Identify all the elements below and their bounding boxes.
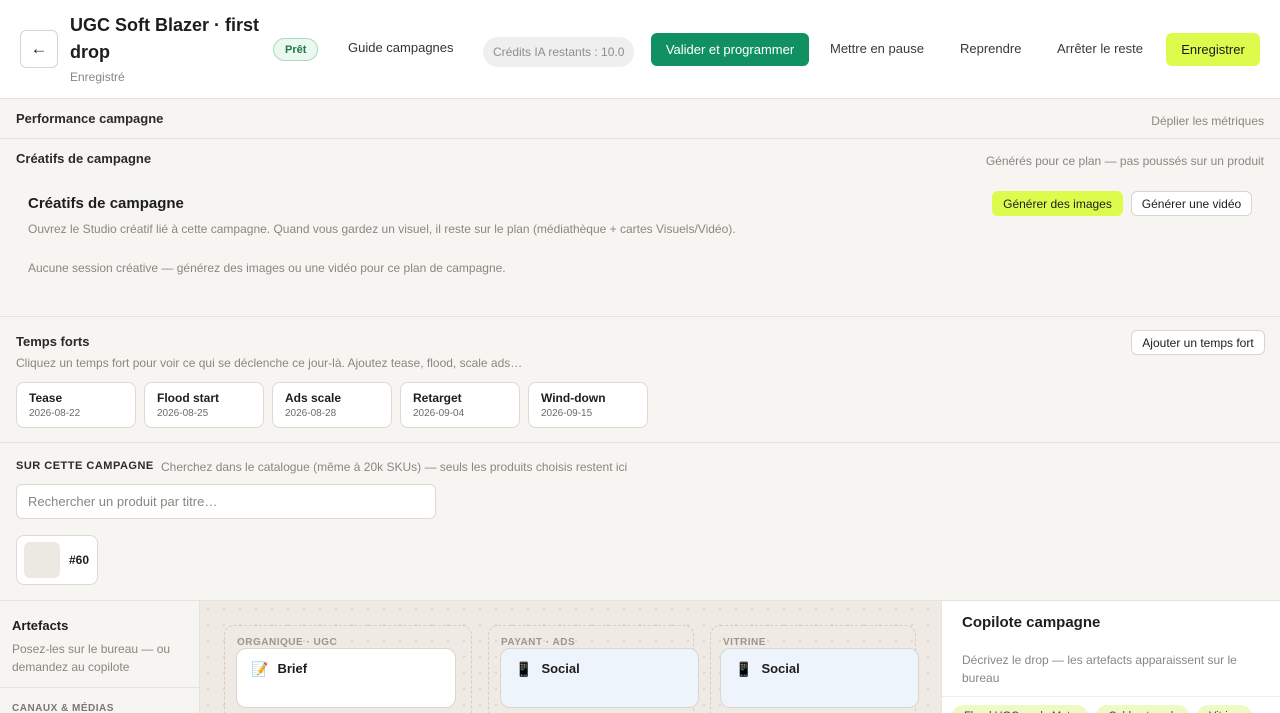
desk-canvas[interactable]: ORGANIQUE · UGC 📝 Brief PAYANT · ADS 📱 S…	[200, 601, 941, 713]
temps-forts-description: Cliquez un temps fort pour voir ce qui s…	[16, 356, 523, 370]
moment-card[interactable]: Tease 2026-08-22	[16, 382, 136, 428]
moment-date: 2026-09-04	[413, 408, 465, 419]
temps-forts-section: Temps forts Cliquez un temps fort pour v…	[0, 317, 1280, 443]
artefact-card-social[interactable]: 📱 Social	[500, 648, 699, 708]
campaign-products-section: SUR CETTE CAMPAGNE Cherchez dans le cata…	[0, 443, 1280, 600]
performance-section: Performance campagne Déplier les métriqu…	[0, 99, 1280, 139]
memo-icon: 📝	[251, 661, 269, 677]
performance-title: Performance campagne	[16, 111, 164, 126]
suggestion-chip[interactable]: Flood UGC sur la Meta	[952, 705, 1089, 713]
product-thumbnail	[24, 542, 60, 578]
generate-video-button[interactable]: Générer une vidéo	[1131, 191, 1252, 216]
lane-label: VITRINE	[723, 637, 766, 648]
card-label: Social	[541, 661, 580, 676]
creatifs-section: Créatifs de campagne Générés pour ce pla…	[0, 139, 1280, 317]
save-status: Enregistré	[70, 70, 125, 84]
moment-name: Retarget	[413, 391, 462, 405]
status-badge: Prêt	[273, 38, 319, 61]
stop-rest-button[interactable]: Arrêter le reste	[1057, 41, 1143, 56]
header: ← UGC Soft Blazer · first drop Enregistr…	[0, 0, 1280, 99]
card-label: Social	[761, 661, 800, 676]
back-button[interactable]: ←	[20, 30, 58, 68]
suggestion-chip[interactable]: Cold outreach	[1096, 705, 1189, 713]
moment-date: 2026-09-15	[541, 408, 593, 419]
artefact-card-brief[interactable]: 📝 Brief	[236, 648, 456, 708]
moment-card[interactable]: Retarget 2026-09-04	[400, 382, 520, 428]
expand-metrics-link[interactable]: Déplier les métriques	[1151, 114, 1264, 128]
moment-name: Ads scale	[285, 391, 342, 405]
moment-date: 2026-08-25	[157, 408, 209, 419]
campaign-products-label: SUR CETTE CAMPAGNE	[16, 460, 154, 472]
moment-card[interactable]: Flood start 2026-08-25	[144, 382, 264, 428]
moment-name: Tease	[29, 391, 63, 405]
guide-campagnes-link[interactable]: Guide campagnes	[348, 40, 454, 55]
creatifs-section-note: Générés pour ce plan — pas poussés sur u…	[985, 154, 1264, 168]
generate-images-button[interactable]: Générer des images	[992, 191, 1123, 216]
copilot-description: Décrivez le drop — les artefacts apparai…	[962, 653, 1237, 685]
resume-button[interactable]: Reprendre	[960, 41, 1021, 56]
moment-name: Wind-down	[541, 391, 606, 405]
campaign-products-hint: Cherchez dans le catalogue (même à 20k S…	[161, 460, 628, 474]
canaux-medias-label: CANAUX & MÉDIAS	[12, 703, 114, 713]
add-temps-fort-button[interactable]: Ajouter un temps fort	[1131, 330, 1265, 355]
copilot-panel: Copilote campagne Décrivez le drop — les…	[941, 601, 1280, 713]
artefacts-description: Posez-les sur le bureau — ou demandez au…	[12, 642, 171, 674]
workspace: Artefacts Posez-les sur le bureau — ou d…	[0, 600, 1280, 713]
pause-button[interactable]: Mettre en pause	[830, 41, 924, 56]
creatifs-section-title: Créatifs de campagne	[16, 151, 152, 166]
arrow-left-icon: ←	[30, 39, 48, 58]
phone-icon: 📱	[735, 661, 753, 677]
suggestion-chip[interactable]: Vitrine	[1196, 705, 1252, 713]
artefacts-sidebar: Artefacts Posez-les sur le bureau — ou d…	[0, 601, 200, 713]
product-chip[interactable]: #60	[16, 535, 98, 585]
copilot-suggestions: Flood UGC sur la Meta Cold outreach Vitr…	[952, 705, 1252, 713]
divider	[0, 687, 200, 688]
phone-icon: 📱	[515, 661, 533, 677]
validate-schedule-button[interactable]: Valider et programmer	[651, 33, 809, 66]
temps-forts-title: Temps forts	[16, 334, 90, 349]
artefacts-title: Artefacts	[12, 618, 69, 633]
product-search-input[interactable]	[16, 484, 436, 519]
ai-credits-pill: Crédits IA restants : 10.0	[483, 37, 635, 67]
moment-card[interactable]: Wind-down 2026-09-15	[528, 382, 648, 428]
save-button[interactable]: Enregistrer	[1166, 33, 1260, 66]
moment-name: Flood start	[157, 391, 219, 405]
lane-label: PAYANT · ADS	[501, 637, 576, 648]
card-label: Brief	[277, 661, 308, 676]
creatifs-empty-state: Aucune session créative — générez des im…	[28, 261, 506, 275]
moment-date: 2026-08-28	[285, 408, 337, 419]
page-title: UGC Soft Blazer · first drop	[70, 15, 260, 62]
product-id: #60	[69, 553, 90, 567]
divider	[942, 696, 1280, 697]
moments-list: Tease 2026-08-22 Flood start 2026-08-25 …	[16, 382, 648, 428]
creatifs-description: Ouvrez le Studio créatif lié à cette cam…	[28, 222, 736, 236]
lane-label: ORGANIQUE · UGC	[237, 637, 338, 648]
moment-card[interactable]: Ads scale 2026-08-28	[272, 382, 392, 428]
artefact-card-social[interactable]: 📱 Social	[720, 648, 919, 708]
copilot-title: Copilote campagne	[962, 614, 1101, 631]
moment-date: 2026-08-22	[29, 408, 81, 419]
creatifs-heading: Créatifs de campagne	[28, 195, 184, 212]
